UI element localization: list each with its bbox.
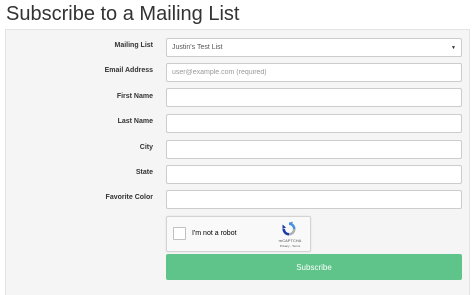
state-input[interactable]	[166, 165, 462, 184]
first-name-label: First Name	[116, 93, 153, 100]
recaptcha-label: I'm not a robot	[192, 230, 237, 237]
caret-down-icon: ▼	[451, 44, 456, 51]
recaptcha-logo-icon	[282, 221, 296, 236]
first-name-input[interactable]	[166, 88, 462, 107]
email-address-input[interactable]	[166, 63, 462, 82]
favorite-color-input[interactable]	[166, 190, 462, 209]
last-name-input[interactable]	[166, 114, 462, 133]
page-title: Subscribe to a Mailing List	[6, 3, 240, 25]
mailing-list-select[interactable]: Justin's Test List ▼	[166, 38, 462, 57]
recaptcha-brand: reCAPTCHA	[278, 238, 302, 243]
mailing-list-selected-value: Justin's Test List	[172, 44, 223, 51]
subscribe-button[interactable]: Subscribe	[166, 254, 462, 280]
recaptcha-widget: I'm not a robot reCAPTCHA Privacy - Term…	[166, 216, 311, 252]
city-input[interactable]	[166, 140, 462, 159]
state-label: State	[135, 169, 153, 176]
last-name-label: Last Name	[117, 118, 153, 125]
subscribe-form: Mailing List Justin's Test List ▼ Email …	[5, 29, 470, 295]
email-address-label: Email Address	[104, 67, 153, 74]
recaptcha-checkbox[interactable]	[173, 227, 186, 240]
mailing-list-label: Mailing List	[114, 42, 154, 49]
recaptcha-privacy-terms-links[interactable]: Privacy - Terms	[272, 244, 308, 248]
city-label: City	[139, 144, 153, 151]
favorite-color-label: Favorite Color	[105, 194, 153, 201]
